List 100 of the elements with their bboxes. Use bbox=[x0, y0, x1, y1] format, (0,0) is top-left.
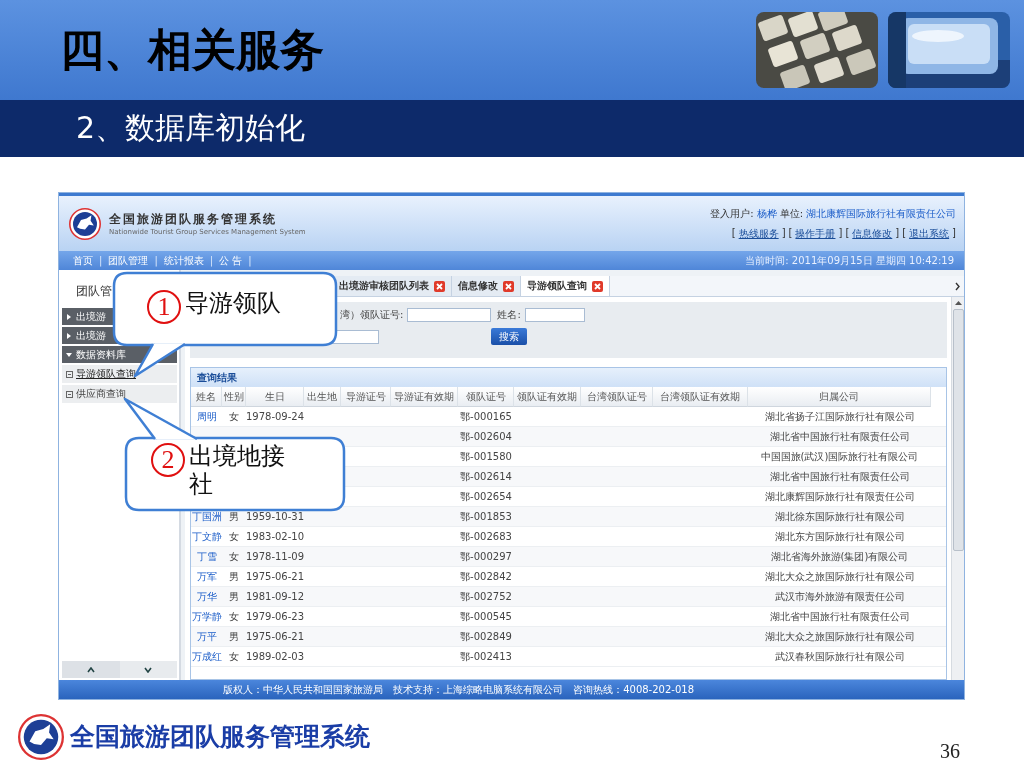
table-cell-text: 男 bbox=[228, 569, 240, 584]
table-cell-text: 湖北大众之旅国际旅行社有限公司 bbox=[763, 569, 916, 584]
callout-text: 导游领队 bbox=[185, 290, 282, 318]
table-cell-text: 1975-06-21 bbox=[246, 630, 304, 644]
table-cell-text: 湖北省中国旅行社有限责任公司 bbox=[768, 469, 911, 484]
table-cell-text: 湖北大众之旅国际旅行社有限公司 bbox=[763, 629, 916, 644]
header-link[interactable]: 热线服务 bbox=[738, 226, 779, 241]
tab[interactable]: 信息修改 bbox=[452, 276, 521, 296]
panel-title: 查询结果 bbox=[197, 370, 237, 385]
table-cell-text: 1979-06-23 bbox=[246, 610, 304, 624]
caret-right-icon bbox=[66, 313, 72, 320]
chevron-up-icon bbox=[86, 666, 95, 673]
column-header: 性别 bbox=[222, 387, 246, 407]
table-cell-text: 鄂-001853 bbox=[459, 509, 513, 524]
bracket: [ bbox=[845, 226, 850, 240]
footer-text: 版权人：中华人民共和国国家旅游局 bbox=[223, 682, 384, 697]
callout-text: 出境地接社 bbox=[189, 443, 286, 499]
table-cell-text: 鄂-000297 bbox=[459, 549, 513, 564]
column-header: 领队证有效期 bbox=[514, 387, 581, 407]
chevron-down-icon bbox=[144, 666, 153, 673]
table-cell-text: 1983-02-10 bbox=[246, 530, 304, 544]
table-cell-text: 1989-02-03 bbox=[246, 650, 304, 664]
sidebar-heading: 团队管 bbox=[76, 282, 112, 300]
table-cell-text: 女 bbox=[228, 529, 240, 544]
bracket: [ bbox=[731, 226, 736, 240]
table-cell-text: 男 bbox=[228, 589, 240, 604]
table-cell-text: 1975-06-21 bbox=[246, 570, 304, 584]
unit-label: 单位: bbox=[779, 206, 803, 221]
table-cell-text: 鄂-002849 bbox=[459, 629, 513, 644]
caret-right-icon bbox=[66, 332, 72, 339]
header-link[interactable]: 操作手册 bbox=[795, 226, 836, 241]
table-cell-text: 女 bbox=[228, 609, 240, 624]
logo-icon bbox=[69, 207, 101, 240]
name-link[interactable]: 万平 bbox=[191, 627, 222, 646]
name-link[interactable]: 万成红 bbox=[191, 647, 222, 666]
input-field[interactable] bbox=[524, 308, 585, 322]
table-cell-text: 男 bbox=[228, 509, 240, 524]
slide-title: 四、相关服务 bbox=[60, 22, 325, 77]
field-label: 湾）领队证号: bbox=[340, 308, 404, 322]
name-link[interactable]: 周明 bbox=[191, 407, 222, 426]
bracket: [ bbox=[788, 226, 793, 240]
table-cell-text: 鄂-002413 bbox=[459, 649, 513, 664]
slide-subtitle: 2、数据库初始化 bbox=[76, 109, 306, 147]
column-header: 生日 bbox=[246, 387, 304, 407]
footer-text: 咨询热线：4008-202-018 bbox=[573, 682, 694, 697]
input-field[interactable] bbox=[407, 308, 492, 322]
name-link[interactable]: 丁雪 bbox=[191, 547, 222, 566]
table-cell-text: 湖北省中国旅行社有限责任公司 bbox=[768, 609, 911, 624]
column-header: 导游证号 bbox=[341, 387, 391, 407]
column-header: 导游证有效期 bbox=[391, 387, 458, 407]
table-cell-text: 湖北省海外旅游(集团)有限公司 bbox=[769, 549, 910, 564]
bracket: ] bbox=[895, 226, 900, 240]
page-number: 36 bbox=[940, 740, 960, 763]
footer-text: 技术支持：上海综略电脑系统有限公司 bbox=[393, 682, 564, 697]
close-icon[interactable] bbox=[434, 280, 445, 292]
table-cell-text: 鄂-002614 bbox=[459, 469, 513, 484]
nav-separator: | bbox=[248, 255, 252, 266]
tab[interactable]: 出境游审核团队列表 bbox=[333, 276, 452, 296]
tab[interactable]: 导游领队查询 bbox=[521, 276, 610, 296]
table-cell-text: 女 bbox=[228, 649, 240, 664]
name-link[interactable]: 万华 bbox=[191, 587, 222, 606]
table-cell-text: 湖北康辉国际旅行社有限责任公司 bbox=[763, 489, 916, 504]
scroll-down-button[interactable] bbox=[119, 661, 177, 678]
name-link[interactable]: 万学静 bbox=[191, 607, 222, 626]
name-link[interactable]: 万军 bbox=[191, 567, 222, 586]
close-icon[interactable] bbox=[592, 280, 603, 292]
column-header: 归属公司 bbox=[748, 387, 931, 407]
search-button[interactable]: 搜索 bbox=[491, 328, 527, 345]
close-icon[interactable] bbox=[503, 280, 514, 292]
app-title: 全国旅游团队服务管理系统 bbox=[109, 211, 278, 228]
table-cell-text: 湖北省中国旅行社有限责任公司 bbox=[768, 429, 911, 444]
nav-separator: | bbox=[99, 255, 103, 266]
scrollbar[interactable] bbox=[951, 297, 964, 680]
table-cell-text: 鄂-002842 bbox=[459, 569, 513, 584]
collapse-icon bbox=[66, 390, 73, 398]
collapse-icon bbox=[66, 370, 73, 378]
column-header: 姓名 bbox=[191, 387, 222, 407]
column-header: 领队证号 bbox=[458, 387, 514, 407]
table-cell-text: 1959-10-31 bbox=[246, 510, 304, 524]
name-link[interactable]: 丁国洲 bbox=[191, 507, 222, 526]
table-cell-text: 鄂-002752 bbox=[459, 589, 513, 604]
table-cell-text: 男 bbox=[228, 629, 240, 644]
header-link[interactable]: 信息修改 bbox=[852, 226, 893, 241]
table-cell-text: 鄂-002654 bbox=[459, 489, 513, 504]
column-header: 出生地 bbox=[304, 387, 341, 407]
user-name: 杨桦 bbox=[756, 206, 777, 221]
nav-link[interactable]: 首页 bbox=[73, 253, 93, 268]
scroll-up-icon[interactable] bbox=[954, 300, 962, 306]
caret-down-icon bbox=[66, 351, 72, 358]
unit-name: 湖北康辉国际旅行社有限责任公司 bbox=[806, 206, 956, 221]
table-cell-text: 中国国旅(武汉)国际旅行社有限公司 bbox=[759, 449, 920, 464]
name-link[interactable]: 丁文静 bbox=[191, 527, 222, 546]
column-header: 台湾领队证有效期 bbox=[653, 387, 748, 407]
table-cell-text: 湖北省扬子江国际旅行社有限公司 bbox=[763, 409, 916, 424]
scrollbar-thumb[interactable] bbox=[952, 309, 964, 551]
scroll-up-button[interactable] bbox=[62, 661, 120, 678]
table-cell-text: 女 bbox=[228, 409, 240, 424]
bracket: ] bbox=[838, 226, 843, 240]
header-link[interactable]: 退出系统 bbox=[909, 226, 950, 241]
bracket: [ bbox=[902, 226, 907, 240]
